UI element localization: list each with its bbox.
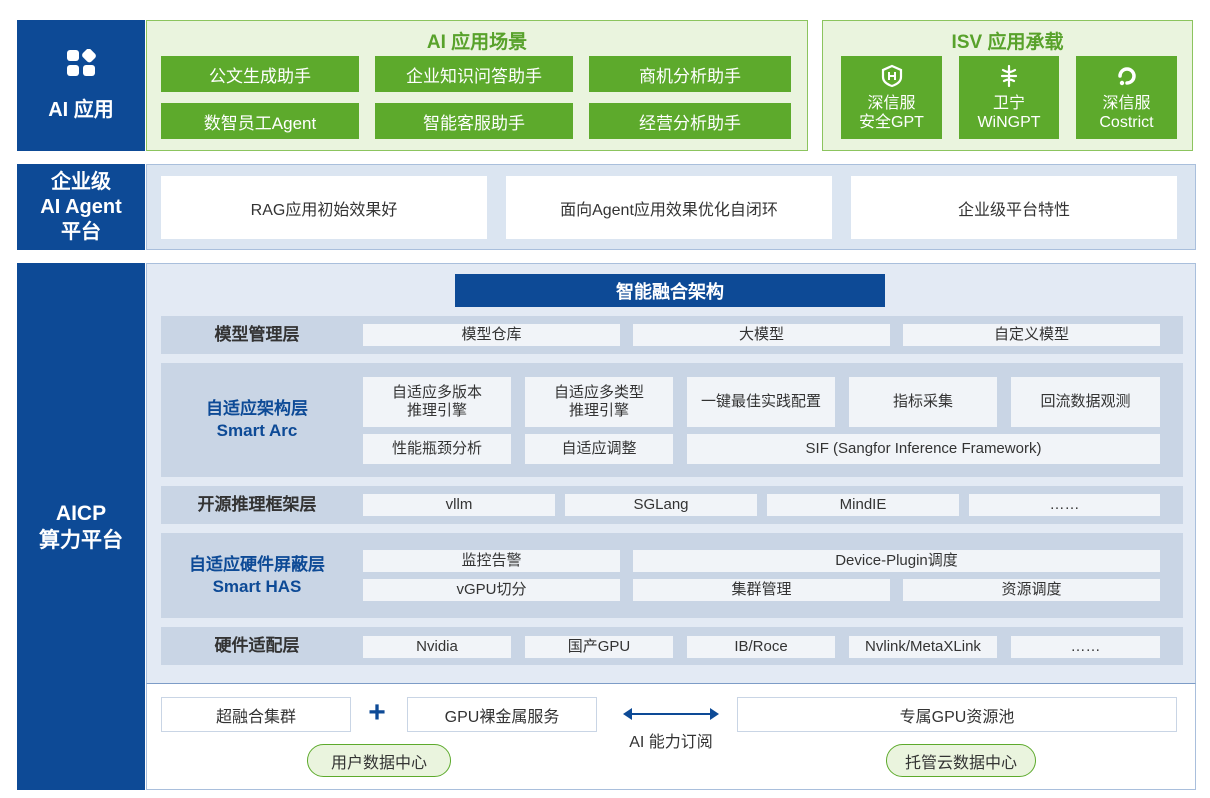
isv-weining-line1: 卫宁 bbox=[992, 94, 1025, 112]
isv-title: ISV 应用承载 bbox=[951, 31, 1064, 53]
isv-winning-gpt[interactable]: 卫宁 WiNGPT bbox=[959, 56, 1059, 139]
scenario-doc-gen[interactable]: 公文生成助手 bbox=[161, 56, 359, 92]
open-source-label: 开源推理框架层 bbox=[197, 495, 317, 514]
multi-version-engine[interactable]: 自适应多版本 推理引擎 bbox=[363, 377, 511, 427]
agent-label-line1: 企业级 bbox=[51, 170, 111, 193]
framework-more: …… bbox=[969, 494, 1160, 516]
agent-enterprise-features[interactable]: 企业级平台特性 bbox=[851, 176, 1177, 239]
aicp-label-line1: AICP bbox=[55, 501, 107, 525]
dedicated-gpu-pool[interactable]: 专属GPU资源池 bbox=[737, 697, 1177, 732]
ai-app-label-box: AI 应用 bbox=[17, 20, 145, 151]
agent-label-line2: AI Agent bbox=[40, 195, 122, 218]
hw-more: …… bbox=[1011, 636, 1160, 658]
agent-optimize-loop[interactable]: 面向Agent应用效果优化自闭环 bbox=[506, 176, 832, 239]
multi-type-engine[interactable]: 自适应多类型 推理引擎 bbox=[525, 377, 673, 427]
adaptive-adjust[interactable]: 自适应调整 bbox=[525, 434, 673, 464]
device-plugin[interactable]: Device-Plugin调度 bbox=[633, 550, 1160, 572]
weining-icon bbox=[997, 64, 1021, 92]
scenario-customer-service[interactable]: 智能客服助手 bbox=[375, 103, 573, 139]
adaptive-arch-layer: 自适应架构层 Smart Arc 自适应多版本 推理引擎 自适应多类型 推理引擎… bbox=[161, 363, 1183, 477]
sif-framework[interactable]: SIF (Sangfor Inference Framework) bbox=[687, 434, 1160, 464]
scenario-digital-agent[interactable]: 数智员工Agent bbox=[161, 103, 359, 139]
adaptive-hw-label: 自适应硬件屏蔽层 Smart HAS bbox=[161, 533, 353, 618]
apps-grid-icon bbox=[66, 48, 96, 81]
architecture-title: 智能融合架构 bbox=[455, 274, 885, 307]
hw-ib-roce[interactable]: IB/Roce bbox=[687, 636, 835, 658]
isv-costrict-line2: Costrict bbox=[1099, 113, 1154, 131]
framework-vllm[interactable]: vllm bbox=[363, 494, 555, 516]
metric-collection[interactable]: 指标采集 bbox=[849, 377, 997, 427]
ai-subscription-label: AI 能力订阅 bbox=[629, 734, 713, 751]
adaptive-hw-layer: 自适应硬件屏蔽层 Smart HAS 监控告警 Device-Plugin调度 … bbox=[161, 533, 1183, 618]
hw-nvidia[interactable]: Nvidia bbox=[363, 636, 511, 658]
backflow-observe[interactable]: 回流数据观测 bbox=[1011, 377, 1160, 427]
adaptive-hw-label-line1: 自适应硬件屏蔽层 bbox=[189, 554, 325, 574]
agent-label-line3: 平台 bbox=[61, 220, 101, 243]
cluster-mgmt[interactable]: 集群管理 bbox=[633, 579, 890, 601]
agent-platform-panel: RAG应用初始效果好 面向Agent应用效果优化自闭环 企业级平台特性 bbox=[146, 164, 1196, 250]
agent-platform-label: 企业级 AI Agent 平台 bbox=[17, 164, 145, 250]
model-layer: 模型管理层 模型仓库 大模型 自定义模型 bbox=[161, 316, 1183, 354]
vgpu-split[interactable]: vGPU切分 bbox=[363, 579, 620, 601]
model-repo[interactable]: 模型仓库 bbox=[363, 324, 620, 346]
isv-sangfor-line1: 深信服 bbox=[867, 94, 916, 112]
large-model[interactable]: 大模型 bbox=[633, 324, 890, 346]
framework-sglang[interactable]: SGLang bbox=[565, 494, 757, 516]
isv-costrict[interactable]: 深信服 Costrict bbox=[1076, 56, 1177, 139]
isv-sangfor-gpt[interactable]: 深信服 安全GPT bbox=[841, 56, 942, 139]
adaptive-arch-label-line2: Smart Arc bbox=[216, 421, 298, 440]
hosted-datacenter-cloud: 托管云数据中心 bbox=[886, 744, 1036, 777]
hw-adapt-label: 硬件适配层 bbox=[214, 636, 300, 655]
isv-panel: ISV 应用承载 深信服 安全GPT 卫宁 WiNGPT 深信服 Costric… bbox=[822, 20, 1193, 151]
isv-costrict-line1: 深信服 bbox=[1102, 94, 1151, 112]
hw-domestic-gpu[interactable]: 国产GPU bbox=[525, 636, 673, 658]
resource-scheduling[interactable]: 资源调度 bbox=[903, 579, 1160, 601]
sangfor-security-icon bbox=[880, 64, 904, 92]
aicp-label-line2: 算力平台 bbox=[39, 528, 123, 552]
custom-model[interactable]: 自定义模型 bbox=[903, 324, 1160, 346]
scenario-business-analysis[interactable]: 经营分析助手 bbox=[589, 103, 791, 139]
monitor-alarm[interactable]: 监控告警 bbox=[363, 550, 620, 572]
isv-weining-line2: WiNGPT bbox=[977, 113, 1041, 131]
costrict-icon bbox=[1115, 64, 1139, 92]
aicp-label: AICP 算力平台 bbox=[17, 263, 145, 790]
hw-adapt-layer: 硬件适配层 Nvidia 国产GPU IB/Roce Nvlink/MetaXL… bbox=[161, 627, 1183, 665]
deployment-band: 超融合集群 + GPU裸金属服务 AI 能力订阅 专属GPU资源池 用户数据中心… bbox=[146, 683, 1196, 790]
ai-app-label: AI 应用 bbox=[48, 99, 114, 121]
adaptive-arch-label-line1: 自适应架构层 bbox=[206, 399, 308, 418]
bidirectional-arrow-icon bbox=[623, 708, 719, 720]
open-source-layer: 开源推理框架层 vllm SGLang MindIE …… bbox=[161, 486, 1183, 524]
plus-icon: + bbox=[368, 696, 386, 729]
ai-scenarios-panel: AI 应用场景 公文生成助手 企业知识问答助手 商机分析助手 数智员工Agent… bbox=[146, 20, 808, 151]
scenario-opportunity[interactable]: 商机分析助手 bbox=[589, 56, 791, 92]
scenario-knowledge-qa[interactable]: 企业知识问答助手 bbox=[375, 56, 573, 92]
model-layer-label: 模型管理层 bbox=[214, 325, 300, 344]
agent-rag[interactable]: RAG应用初始效果好 bbox=[161, 176, 487, 239]
user-datacenter-cloud: 用户数据中心 bbox=[307, 744, 451, 777]
hw-nvlink[interactable]: Nvlink/MetaXLink bbox=[849, 636, 997, 658]
adaptive-arch-label: 自适应架构层 Smart Arc bbox=[161, 363, 353, 477]
ai-scenarios-title: AI 应用场景 bbox=[426, 31, 528, 53]
one-click-config[interactable]: 一键最佳实践配置 bbox=[687, 377, 835, 427]
adaptive-hw-label-line2: Smart HAS bbox=[212, 576, 302, 596]
isv-sangfor-line2: 安全GPT bbox=[859, 113, 924, 131]
gpu-bare-metal[interactable]: GPU裸金属服务 bbox=[407, 697, 597, 732]
hyper-cluster[interactable]: 超融合集群 bbox=[161, 697, 351, 732]
framework-mindie[interactable]: MindIE bbox=[767, 494, 959, 516]
perf-bottleneck[interactable]: 性能瓶颈分析 bbox=[363, 434, 511, 464]
